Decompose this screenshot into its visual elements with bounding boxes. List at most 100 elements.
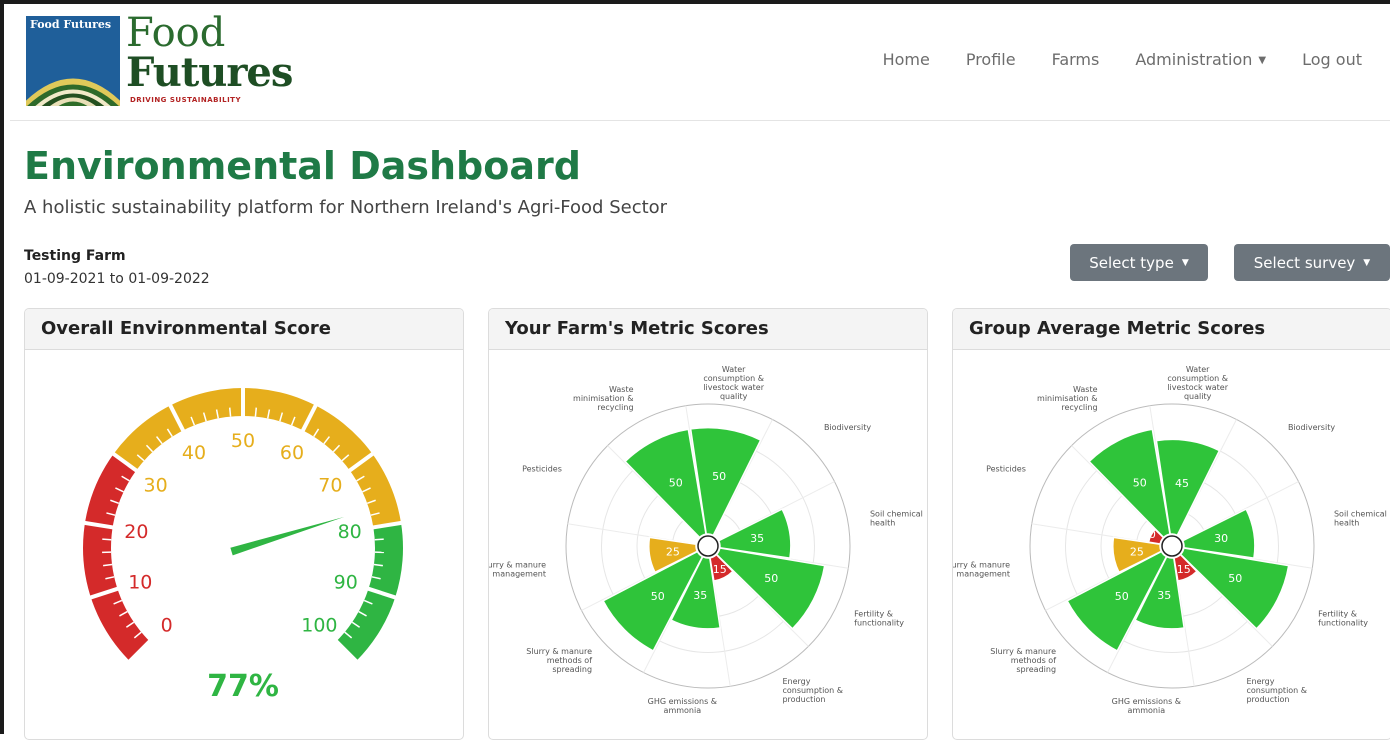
gauge-tick-label: 30 (144, 475, 168, 497)
farm-metric-card-title: Your Farm's Metric Scores (489, 309, 927, 350)
polar-value-label: 15 (713, 563, 727, 576)
gauge-minor-tick (375, 539, 384, 540)
nav-farms-label: Farms (1052, 50, 1100, 69)
polar-value-label: 50 (764, 572, 778, 585)
nav-administration-label: Administration (1135, 50, 1252, 69)
overall-score-card: Overall Environmental Score 010203040506… (24, 308, 464, 740)
polar-value-label: 45 (1175, 477, 1189, 490)
gauge-needle (230, 517, 344, 556)
gauge-tick-label: 40 (182, 442, 206, 464)
select-survey-label: Select survey (1254, 254, 1356, 272)
polar-category-label: Wasteminimisation &recycling (1037, 385, 1098, 412)
polar-category-label: Fertility &functionality (854, 609, 904, 627)
gauge-tick-label: 90 (334, 571, 358, 593)
caret-down-icon: ▼ (1258, 55, 1266, 66)
polar-category-label: Fertility &functionality (1318, 609, 1368, 627)
polar-value-label: 10 (1142, 528, 1156, 541)
polar-center (1162, 536, 1182, 556)
polar-value-label: 35 (693, 589, 707, 602)
polar-category-label: Wasteminimisation &recycling (573, 385, 634, 412)
overall-score-card-title: Overall Environmental Score (25, 309, 463, 350)
polar-value-label: 25 (1130, 546, 1144, 559)
gauge-tick-label: 50 (231, 430, 255, 452)
gauge-tick-label: 70 (318, 475, 342, 497)
food-futures-logo[interactable]: Food Futures Food Futures DRIVING SUSTAI… (26, 16, 316, 110)
polar-value-label: 50 (1133, 477, 1147, 490)
polar-value-label: 50 (651, 590, 665, 603)
polar-category-label: Waterconsumption &livestock waterquality (703, 365, 764, 401)
polar-value-label: 50 (712, 470, 726, 483)
polar-category-label: Pesticides (522, 465, 562, 474)
polar-category-label: Pesticides (986, 465, 1026, 474)
nav-home[interactable]: Home (865, 50, 948, 69)
gauge-band (83, 454, 150, 661)
logo-word-food: Food (126, 12, 292, 54)
polar-value-label: 15 (1177, 563, 1191, 576)
farm-metric-polar-chart: 10 Biodiversity 35 Soil chemicalhealth 50 Fer… (489, 350, 927, 738)
page-subtitle: A holistic sustainability platform for N… (24, 197, 667, 218)
gauge-band (114, 388, 401, 527)
nav-logout[interactable]: Log out (1284, 50, 1380, 69)
navbar: Food Futures Food Futures DRIVING SUSTAI… (10, 4, 1390, 121)
window-frame-left (0, 0, 4, 734)
polar-center (698, 536, 718, 556)
logo-fields-icon (26, 16, 120, 106)
overall-score-gauge: 010203040506070809010077% (25, 350, 463, 738)
polar-category-label: Waterconsumption &livestock waterquality (1167, 365, 1228, 401)
farm-name: Testing Farm (24, 248, 126, 264)
polar-category-label: Soil chemicalhealth (870, 509, 923, 527)
group-metric-card: Group Average Metric Scores Biodiversity… (952, 308, 1390, 740)
polar-category-label: Biodiversity (1288, 423, 1335, 432)
gauge-tick-label: 20 (124, 521, 148, 543)
gauge-minor-tick (102, 539, 111, 540)
gauge-minor-tick (230, 408, 231, 417)
polar-category-label: Slurry & manuremethods ofspreading (990, 647, 1056, 674)
polar-category-label: Slurry & manuremethods ofspreading (526, 647, 592, 674)
polar-category-label: GHG emissions &ammonia (648, 697, 717, 715)
polar-value-label: 25 (666, 546, 680, 559)
polar-category-label: Energyconsumption &production (1246, 677, 1307, 704)
main-nav: Home Profile Farms Administration ▼ Log o… (865, 50, 1380, 69)
polar-value-label: 45 (756, 485, 770, 498)
polar-value-label: 35 (1157, 589, 1171, 602)
nav-administration-dropdown[interactable]: Administration ▼ (1117, 50, 1284, 69)
polar-category-label: Slurry & manuremanagement (489, 561, 546, 579)
polar-value-label: 50 (669, 477, 683, 490)
gauge-value-label: 77% (207, 669, 279, 704)
gauge-tick-label: 80 (338, 521, 362, 543)
polar-value-label: 50 (1228, 572, 1242, 585)
logo-tagline: DRIVING SUSTAINABILITY (130, 96, 241, 104)
nav-profile-label: Profile (966, 50, 1016, 69)
nav-home-label: Home (883, 50, 930, 69)
polar-category-label: Energyconsumption &production (782, 677, 843, 704)
gauge-minor-tick (255, 408, 256, 417)
polar-value-label: 50 (1115, 590, 1129, 603)
polar-category-label: Slurry & manuremanagement (953, 561, 1010, 579)
gauge-tick-label: 10 (128, 571, 152, 593)
logo-wordmark: Food Futures (126, 12, 292, 92)
select-type-label: Select type (1089, 254, 1174, 272)
logo-word-futures: Futures (126, 54, 292, 92)
nav-profile[interactable]: Profile (948, 50, 1034, 69)
polar-value-label: 30 (1214, 532, 1228, 545)
farm-metric-card: Your Farm's Metric Scores 10 Biodiversity… (488, 308, 928, 740)
gauge-tick-label: 100 (301, 614, 337, 636)
gauge-tick-label: 0 (161, 614, 173, 636)
polar-category-label: GHG emissions &ammonia (1112, 697, 1181, 715)
polar-value-label: 10 (719, 522, 733, 535)
farm-date-range: 01-09-2021 to 01-09-2022 (24, 271, 210, 287)
nav-logout-label: Log out (1302, 50, 1362, 69)
polar-category-label: Soil chemicalhealth (1334, 509, 1387, 527)
group-metric-polar-chart: Biodiversity 30 Soil chemicalhealth 50 Ferti… (953, 350, 1390, 738)
select-type-button[interactable]: Select type ▼ (1070, 244, 1208, 281)
group-metric-card-title: Group Average Metric Scores (953, 309, 1390, 350)
caret-down-icon: ▼ (1363, 258, 1370, 268)
caret-down-icon: ▼ (1182, 258, 1189, 268)
select-survey-button[interactable]: Select survey ▼ (1234, 244, 1390, 281)
logo-mark: Food Futures (26, 16, 120, 106)
page-title: Environmental Dashboard (24, 144, 581, 188)
polar-category-label: Biodiversity (824, 423, 871, 432)
polar-value-label: 48 (1220, 485, 1234, 498)
polar-value-label: 35 (750, 532, 764, 545)
nav-farms[interactable]: Farms (1034, 50, 1118, 69)
